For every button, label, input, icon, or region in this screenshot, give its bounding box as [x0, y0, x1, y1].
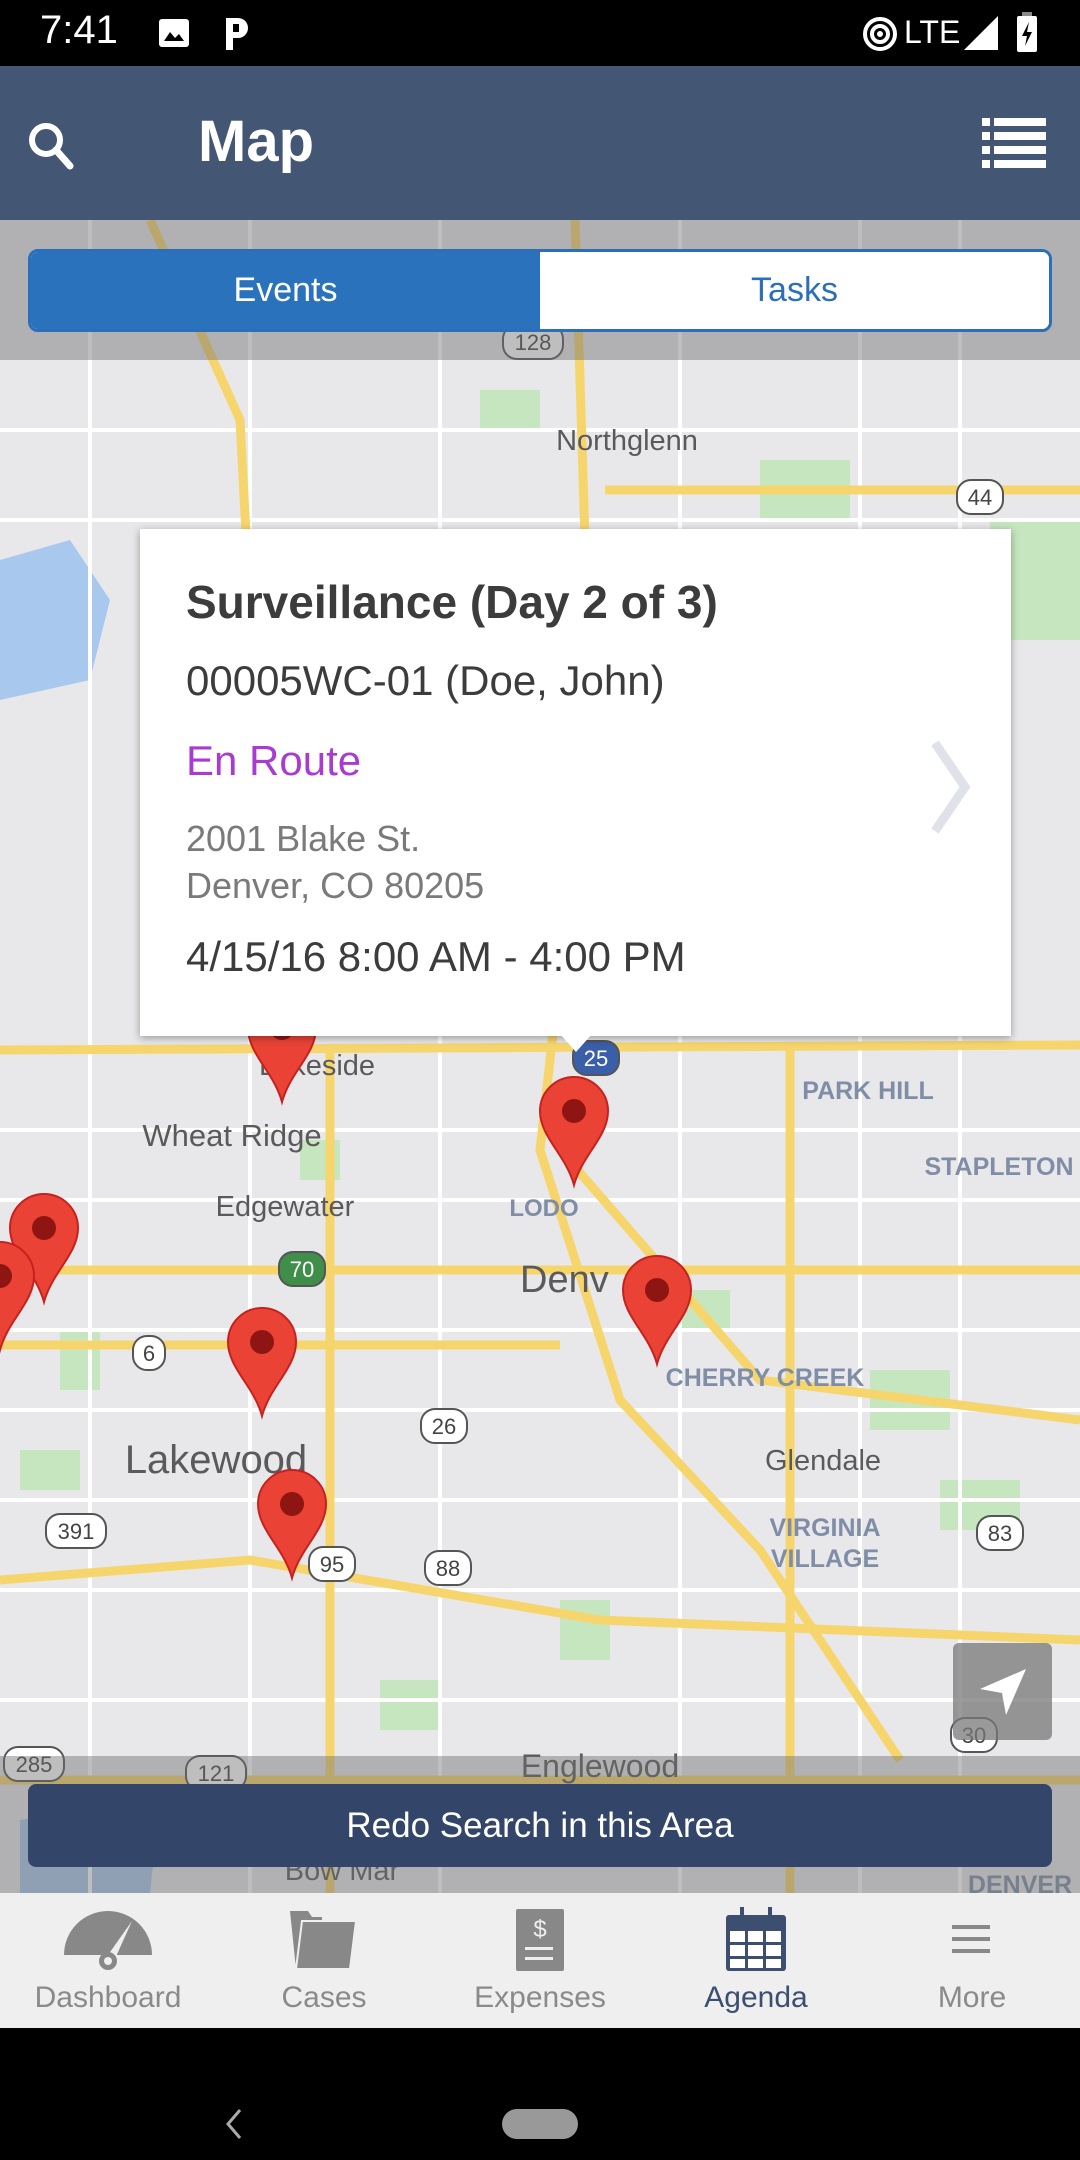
svg-text:PARK HILL: PARK HILL — [802, 1077, 933, 1105]
route-shield: 26 — [420, 1408, 468, 1444]
route-shield: 6 — [132, 1335, 166, 1371]
navigation-arrow-icon — [979, 1668, 1026, 1715]
svg-text:6: 6 — [143, 1341, 155, 1366]
route-shield: 88 — [424, 1550, 472, 1586]
network-type: LTE — [904, 14, 961, 50]
svg-text:Wheat Ridge: Wheat Ridge — [142, 1118, 321, 1153]
dashboard-icon — [64, 1911, 152, 1970]
my-location-button[interactable] — [953, 1643, 1052, 1740]
route-shield: 70 — [278, 1251, 326, 1287]
tab-more[interactable]: More — [864, 1893, 1080, 2028]
event-time: 4/15/16 8:00 AM - 4:00 PM — [186, 933, 686, 980]
tab-agenda[interactable]: Agenda — [648, 1893, 864, 2028]
event-title: Surveillance (Day 2 of 3) — [186, 576, 718, 628]
status-bar: 7:41 LTE — [0, 0, 1080, 66]
svg-text:391: 391 — [58, 1519, 95, 1544]
list-icon[interactable] — [982, 114, 1046, 170]
svg-text:Glendale: Glendale — [765, 1445, 881, 1477]
event-address: 2001 Blake St. Denver, CO 80205 — [186, 815, 484, 909]
address-line2: Denver, CO 80205 — [186, 865, 485, 906]
svg-text:CHERRY CREEK: CHERRY CREEK — [666, 1364, 865, 1392]
home-button[interactable] — [502, 2109, 578, 2139]
svg-text:LODO: LODO — [509, 1195, 578, 1222]
address-line1: 2001 Blake St. — [186, 818, 421, 859]
svg-text:70: 70 — [290, 1257, 314, 1282]
search-icon[interactable] — [26, 120, 74, 172]
card-pointer — [560, 1034, 592, 1052]
svg-text:Edgewater: Edgewater — [216, 1191, 355, 1223]
svg-text:Northglenn: Northglenn — [556, 425, 698, 457]
back-icon[interactable] — [224, 2108, 244, 2140]
event-info-card[interactable]: Surveillance (Day 2 of 3) 00005WC-01 (Do… — [140, 529, 1011, 1036]
tab-expenses[interactable]: $ Expenses — [432, 1893, 648, 2028]
event-case: 00005WC-01 (Doe, John) — [186, 657, 665, 704]
events-tasks-toggle: Events Tasks — [28, 249, 1052, 332]
svg-text:26: 26 — [432, 1414, 456, 1439]
svg-text:95: 95 — [320, 1552, 344, 1577]
route-shield: 391 — [45, 1513, 107, 1549]
bottom-tab-bar: Dashboard Cases $ Expenses Agenda More — [0, 1893, 1080, 2028]
map-canvas[interactable]: Northglenn Lakeside Wheat Ridge Edgewate… — [0, 220, 1080, 1893]
svg-text:Denv: Denv — [520, 1259, 609, 1301]
tab-events[interactable]: Events — [31, 252, 540, 329]
folder-icon — [290, 1911, 358, 1970]
map-view[interactable]: Northglenn Lakeside Wheat Ridge Edgewate… — [0, 220, 1080, 1893]
svg-text:83: 83 — [988, 1521, 1012, 1546]
image-icon — [159, 19, 189, 47]
chevron-right-icon[interactable] — [931, 739, 971, 835]
receipt-icon: $ — [516, 1909, 564, 1971]
parking-icon — [226, 18, 248, 50]
svg-text:STAPLETON: STAPLETON — [924, 1153, 1073, 1181]
svg-text:$: $ — [533, 1916, 546, 1943]
page-title: Map — [198, 109, 314, 174]
signal-icon — [964, 16, 998, 50]
event-status: En Route — [186, 737, 362, 784]
menu-icon — [952, 1925, 990, 1953]
route-shield: 83 — [976, 1515, 1024, 1551]
svg-text:44: 44 — [968, 485, 992, 510]
redo-search-button[interactable]: Redo Search in this Area — [28, 1784, 1052, 1867]
svg-text:VIRGINIA: VIRGINIA — [769, 1514, 880, 1542]
status-time: 7:41 — [40, 8, 118, 52]
svg-text:88: 88 — [436, 1556, 460, 1581]
system-nav-bar — [0, 2028, 1080, 2160]
tab-cases[interactable]: Cases — [216, 1893, 432, 2028]
calendar-icon — [726, 1907, 786, 1971]
route-shield: 95 — [308, 1546, 356, 1582]
route-shield: 44 — [956, 479, 1004, 515]
hotspot-icon — [863, 17, 897, 51]
tab-dashboard[interactable]: Dashboard — [0, 1893, 216, 2028]
tab-tasks[interactable]: Tasks — [540, 252, 1049, 329]
app-header: Map — [0, 66, 1080, 220]
battery-charging-icon — [1017, 12, 1037, 52]
svg-text:VILLAGE: VILLAGE — [771, 1545, 879, 1573]
